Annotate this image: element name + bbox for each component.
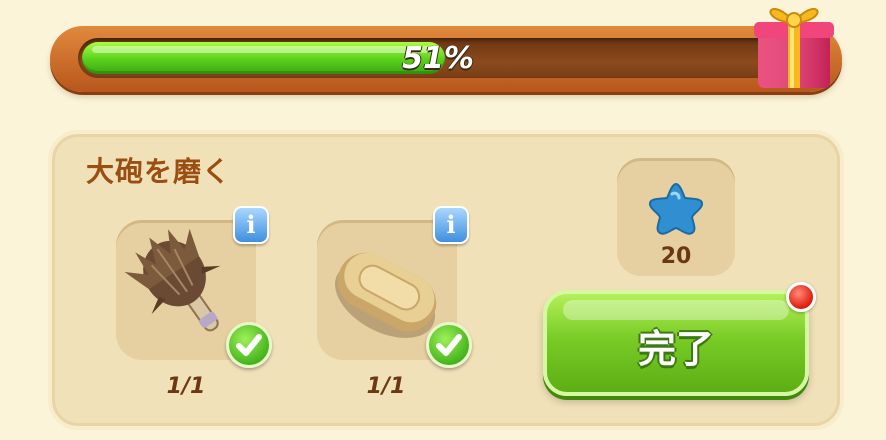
item-count: 1/1: [366, 374, 406, 399]
blue-star-icon: [648, 182, 704, 235]
check-icon: [226, 322, 272, 368]
progress-percent: 51%: [402, 41, 474, 76]
task-title: 大砲を磨く: [86, 155, 232, 188]
progress-track: 51%: [78, 38, 798, 78]
complete-button-label: 完了: [637, 327, 714, 371]
complete-button[interactable]: 完了: [543, 290, 809, 396]
notification-dot: [786, 282, 816, 312]
check-icon: [426, 322, 472, 368]
item-info-button[interactable]: i: [433, 206, 469, 244]
item-info-button[interactable]: i: [233, 206, 269, 244]
reward-value: 20: [660, 244, 692, 269]
progress-bar: 51%: [50, 26, 842, 92]
gift-box-icon[interactable]: [752, 0, 836, 92]
item-count: 1/1: [166, 374, 206, 399]
